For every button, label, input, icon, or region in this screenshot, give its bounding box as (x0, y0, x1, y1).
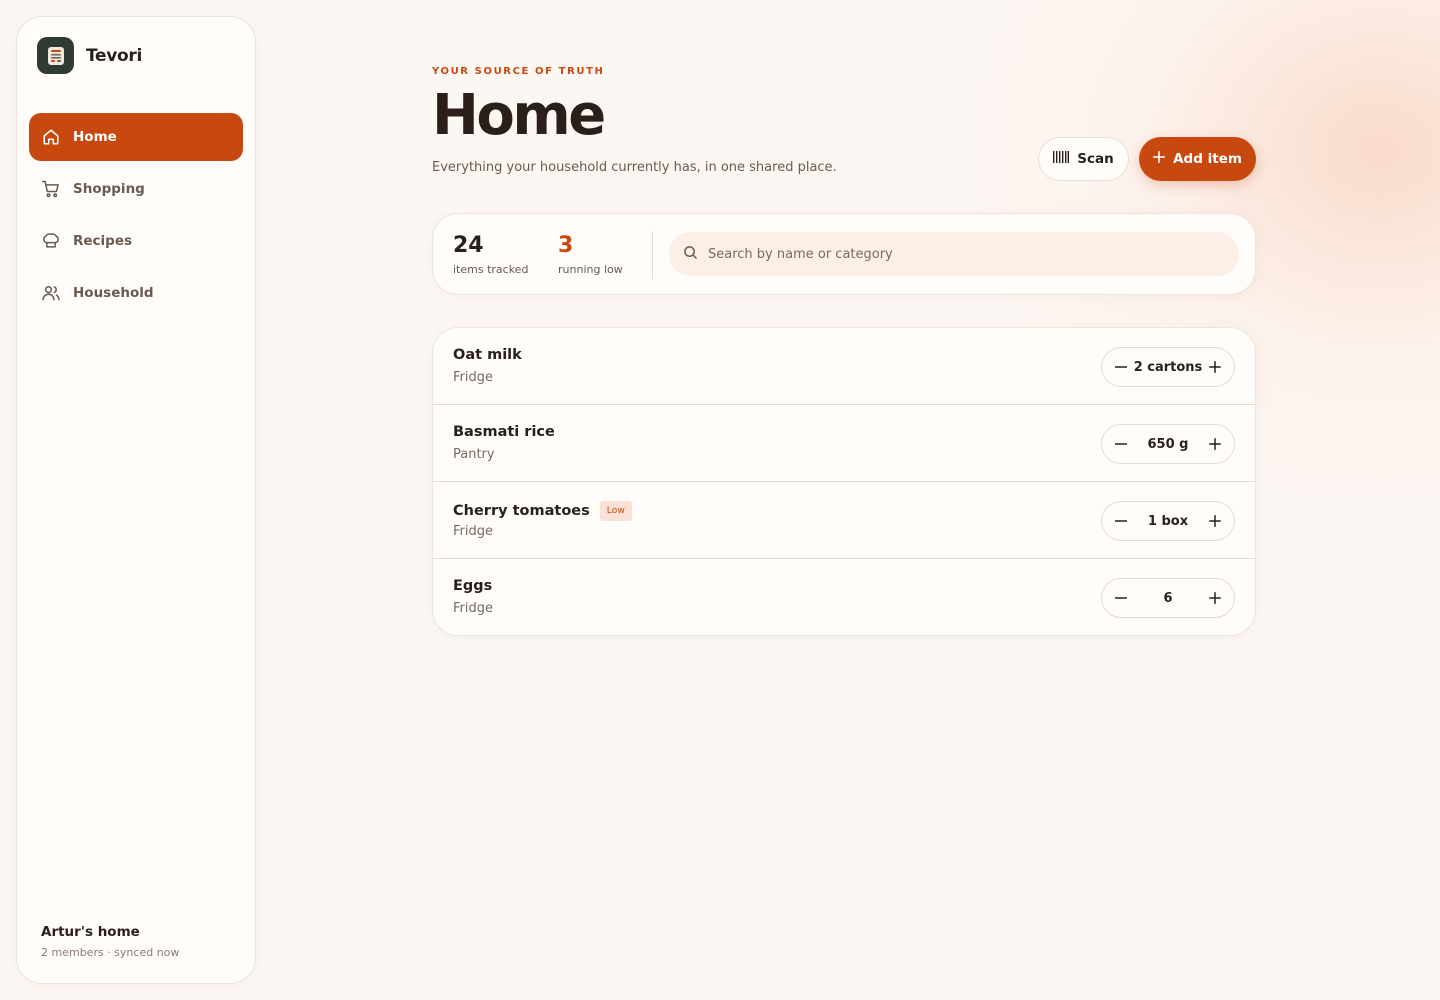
brand[interactable]: Tevori (37, 37, 142, 74)
item-name-text: Eggs (453, 578, 493, 594)
home-icon (41, 127, 61, 147)
item-location: Pantry (453, 447, 495, 462)
plus-icon[interactable] (1208, 360, 1222, 374)
minus-icon[interactable] (1114, 514, 1128, 528)
cart-icon (41, 179, 61, 199)
list-item[interactable]: Eggs Fridge 6 (433, 559, 1255, 635)
sidebar-item-label: Recipes (73, 233, 133, 249)
item-name: Basmati rice (453, 424, 555, 440)
add-item-button[interactable]: Add item (1139, 137, 1256, 181)
barcode-icon (1053, 151, 1070, 167)
household-name: Artur's home (41, 924, 140, 940)
app-logo-icon (37, 37, 74, 74)
list-item[interactable]: Oat milk Fridge 2 cartons (433, 328, 1255, 405)
sidebar-item-shopping[interactable]: Shopping (29, 165, 243, 213)
divider (652, 231, 653, 279)
item-location: Fridge (453, 524, 493, 539)
sidebar-item-label: Household (73, 285, 154, 301)
stat-value: 24 (453, 233, 484, 258)
sidebar-item-label: Shopping (73, 181, 145, 197)
users-icon (41, 283, 61, 303)
minus-icon[interactable] (1114, 437, 1128, 451)
app-name: Tevori (86, 45, 143, 66)
item-name-text: Oat milk (453, 347, 522, 363)
list-item[interactable]: Basmati rice Pantry 650 g (433, 405, 1255, 482)
household-switcher[interactable]: Artur's home 2 members · synced now (41, 924, 179, 959)
sidebar-item-recipes[interactable]: Recipes (29, 217, 243, 265)
plus-icon[interactable] (1208, 437, 1222, 451)
stat-label: running low (558, 263, 623, 276)
quantity-stepper: 2 cartons (1101, 347, 1235, 387)
sidebar-item-home[interactable]: Home (29, 113, 243, 161)
inventory-list: Oat milk Fridge 2 cartons Basmati rice P… (432, 327, 1256, 636)
quantity-value: 650 g (1147, 436, 1189, 452)
sidebar-nav: Home Shopping Recipes Household (29, 113, 243, 321)
item-location: Fridge (453, 370, 493, 385)
page-eyebrow: YOUR SOURCE OF TRUTH (432, 66, 605, 77)
sidebar-item-household[interactable]: Household (29, 269, 243, 317)
quantity-value: 6 (1163, 590, 1173, 606)
quantity-stepper: 650 g (1101, 424, 1235, 464)
search-bar[interactable] (669, 232, 1239, 276)
plus-icon[interactable] (1208, 514, 1222, 528)
sidebar: Tevori Home Shopping Recipes Household A… (16, 16, 256, 984)
stat-label: items tracked (453, 263, 529, 276)
plus-icon[interactable] (1208, 591, 1222, 605)
item-name-text: Cherry tomatoes (453, 503, 590, 519)
plus-icon (1153, 151, 1166, 167)
stat-running-low[interactable]: 3 running low (558, 232, 623, 276)
item-name: Cherry tomatoes Low (453, 501, 633, 521)
quantity-stepper: 1 box (1101, 501, 1235, 541)
quantity-value: 1 box (1147, 513, 1189, 529)
low-stock-badge: Low (599, 501, 633, 521)
quantity-value: 2 cartons (1133, 359, 1203, 375)
search-input[interactable] (708, 246, 1208, 262)
item-name-text: Basmati rice (453, 424, 555, 440)
chef-hat-icon (41, 231, 61, 251)
scan-button[interactable]: Scan (1038, 137, 1129, 181)
household-status: 2 members · synced now (41, 946, 180, 959)
page-subtitle: Everything your household currently has,… (432, 160, 837, 175)
add-item-button-label: Add item (1173, 151, 1242, 167)
page-title: Home (432, 83, 606, 148)
item-location: Fridge (453, 601, 493, 616)
item-name: Eggs (453, 578, 492, 594)
list-item[interactable]: Cherry tomatoes Low Fridge 1 box (433, 482, 1255, 559)
minus-icon[interactable] (1114, 591, 1128, 605)
item-name: Oat milk (453, 347, 522, 363)
search-icon (683, 245, 698, 264)
scan-button-label: Scan (1077, 151, 1114, 167)
stats-card: 24 items tracked 3 running low (432, 213, 1256, 295)
sidebar-item-label: Home (73, 129, 117, 145)
minus-icon[interactable] (1114, 360, 1128, 374)
quantity-stepper: 6 (1101, 578, 1235, 618)
stat-value: 3 (558, 233, 574, 258)
stat-items-tracked: 24 items tracked (453, 232, 528, 276)
